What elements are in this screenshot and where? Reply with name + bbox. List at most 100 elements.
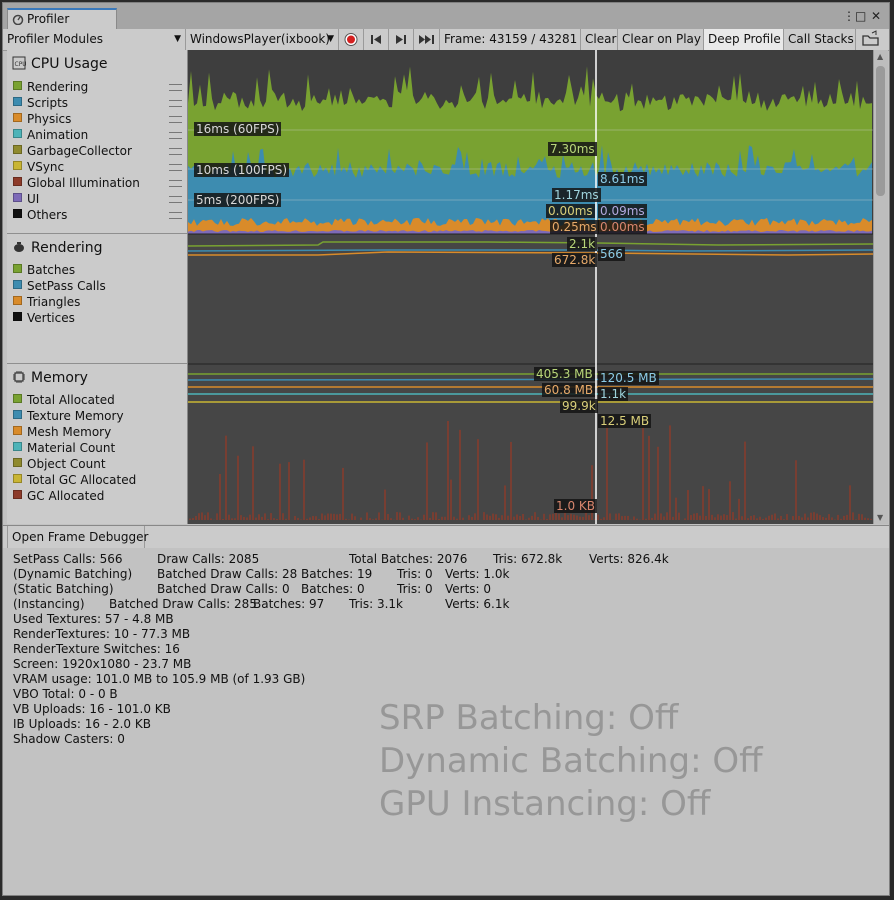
memory-legend: Total Allocated Texture Memory Mesh Memory… (13, 392, 136, 504)
memory-texture-line (188, 378, 873, 381)
maximize-icon[interactable]: □ (855, 9, 866, 23)
legend-item[interactable]: Material Count (13, 440, 136, 456)
scrollbar-thumb[interactable] (876, 66, 885, 196)
legend-swatch[interactable] (13, 442, 22, 451)
reorder-handle-icon[interactable] (169, 212, 182, 219)
legend-swatch[interactable] (13, 264, 22, 273)
reorder-handle-icon[interactable] (169, 132, 182, 139)
rendering-module[interactable]: Rendering Batches SetPass Calls Triangles V… (7, 234, 187, 364)
dynamic-batching-status: Dynamic Batching: Off (379, 741, 763, 781)
menu-dots-icon[interactable]: ⋮ (843, 9, 855, 23)
detail-line: VRAM usage: 101.0 MB to 105.9 MB (of 1.9… (13, 672, 306, 686)
legend-item[interactable]: Scripts (13, 95, 182, 111)
legend-item[interactable]: Others (13, 207, 182, 223)
legend-item[interactable]: SetPass Calls (13, 278, 106, 294)
legend-item[interactable]: Rendering (13, 79, 182, 95)
tris-text: Tris: 672.8k (493, 552, 563, 566)
legend-label: Object Count (27, 457, 106, 471)
legend-swatch[interactable] (13, 97, 22, 106)
reorder-handle-icon[interactable] (169, 164, 182, 171)
legend-swatch[interactable] (13, 177, 22, 186)
legend-swatch[interactable] (13, 209, 22, 218)
reorder-handle-icon[interactable] (169, 148, 182, 155)
legend-item[interactable]: Texture Memory (13, 408, 136, 424)
call-stacks-button[interactable]: Call Stacks (784, 29, 856, 50)
legend-swatch[interactable] (13, 113, 22, 122)
legend-item[interactable]: Animation (13, 127, 182, 143)
legend-swatch[interactable] (13, 81, 22, 90)
legend-swatch[interactable] (13, 145, 22, 154)
open-frame-debugger-label: Open Frame Debugger (12, 530, 149, 544)
legend-label: VSync (27, 160, 65, 174)
legend-swatch[interactable] (13, 296, 22, 305)
rendering-teapot-icon (14, 242, 24, 252)
profiler-toolbar: Profiler Modules ▼ WindowsPlayer(ixbook)… (3, 29, 889, 51)
scroll-down-icon[interactable]: ▼ (877, 513, 883, 522)
legend-item[interactable]: Global Illumination (13, 175, 182, 191)
reorder-handle-icon[interactable] (169, 100, 182, 107)
legend-swatch[interactable] (13, 426, 22, 435)
legend-item[interactable]: Total GC Allocated (13, 472, 136, 488)
legend-item[interactable]: Object Count (13, 456, 136, 472)
reorder-handle-icon[interactable] (169, 196, 182, 203)
previous-frame-button[interactable] (364, 29, 389, 50)
legend-swatch[interactable] (13, 490, 22, 499)
legend-swatch[interactable] (13, 193, 22, 202)
next-frame-button[interactable] (389, 29, 414, 50)
legend-item[interactable]: GarbageCollector (13, 143, 182, 159)
legend-item[interactable]: Triangles (13, 294, 106, 310)
memory-object-value: 99.9k (560, 399, 598, 413)
detail-line: VBO Total: 0 - 0 B (13, 687, 118, 701)
legend-swatch[interactable] (13, 474, 22, 483)
scroll-up-icon[interactable]: ▲ (877, 52, 883, 61)
memory-title-text: Memory (31, 370, 88, 386)
legend-swatch[interactable] (13, 280, 22, 289)
reorder-handle-icon[interactable] (169, 116, 182, 123)
clear-button[interactable]: Clear (581, 29, 618, 50)
legend-swatch[interactable] (13, 458, 22, 467)
gpu-instancing-status: GPU Instancing: Off (379, 784, 711, 824)
legend-item[interactable]: Total Allocated (13, 392, 136, 408)
dynamic-batching-label: (Dynamic Batching) (13, 567, 133, 581)
current-frame-button[interactable] (414, 29, 440, 50)
rendering-title: Rendering (12, 240, 103, 256)
legend-swatch[interactable] (13, 161, 22, 170)
profiler-graphs[interactable]: 16ms (60FPS) 10ms (100FPS) 5ms (200FPS) … (188, 50, 873, 524)
clear-on-play-label: Clear on Play (622, 32, 701, 46)
legend-item[interactable]: Physics (13, 111, 182, 127)
cpu-scripts-value: 8.61ms (598, 172, 647, 186)
detail-line: RenderTextures: 10 - 77.3 MB (13, 627, 191, 641)
next-frame-icon (396, 35, 406, 44)
cpu-5ms-marker: 5ms (200FPS) (194, 193, 282, 207)
reorder-handle-icon[interactable] (169, 84, 182, 91)
close-icon[interactable]: ✕ (871, 9, 881, 23)
reorder-handle-icon[interactable] (169, 180, 182, 187)
tab-profiler[interactable]: Profiler (7, 8, 117, 29)
legend-item[interactable]: VSync (13, 159, 182, 175)
deep-profile-button[interactable]: Deep Profile (704, 29, 784, 50)
record-button[interactable] (339, 29, 364, 50)
legend-item[interactable]: Batches (13, 262, 106, 278)
graph-canvas[interactable] (188, 50, 873, 524)
legend-swatch[interactable] (13, 410, 22, 419)
dropdown-arrow-icon: ▼ (174, 34, 181, 44)
legend-item[interactable]: UI (13, 191, 182, 207)
memory-module[interactable]: Memory Total Allocated Texture Memory Mesh… (7, 364, 187, 524)
graphs-scrollbar[interactable]: ▲ ▼ (873, 50, 888, 524)
target-selector-dropdown[interactable]: WindowsPlayer(ixbook) ▼ (186, 29, 339, 50)
legend-label: GC Allocated (27, 489, 105, 503)
rendering-setpass-line (188, 249, 873, 252)
legend-swatch[interactable] (13, 129, 22, 138)
cpu-usage-module[interactable]: CPU CPU Usage Rendering Scripts Physics Anim… (7, 50, 187, 234)
save-load-button[interactable] (856, 29, 889, 50)
clear-on-play-button[interactable]: Clear on Play (618, 29, 704, 50)
clear-label: Clear (585, 32, 617, 46)
legend-label: Mesh Memory (27, 425, 112, 439)
profiler-modules-dropdown[interactable]: Profiler Modules ▼ (3, 29, 186, 50)
open-frame-debugger-button[interactable]: Open Frame Debugger (7, 526, 149, 548)
legend-swatch[interactable] (13, 394, 22, 403)
legend-item[interactable]: GC Allocated (13, 488, 136, 504)
legend-item[interactable]: Vertices (13, 310, 106, 326)
legend-item[interactable]: Mesh Memory (13, 424, 136, 440)
legend-swatch[interactable] (13, 312, 22, 321)
